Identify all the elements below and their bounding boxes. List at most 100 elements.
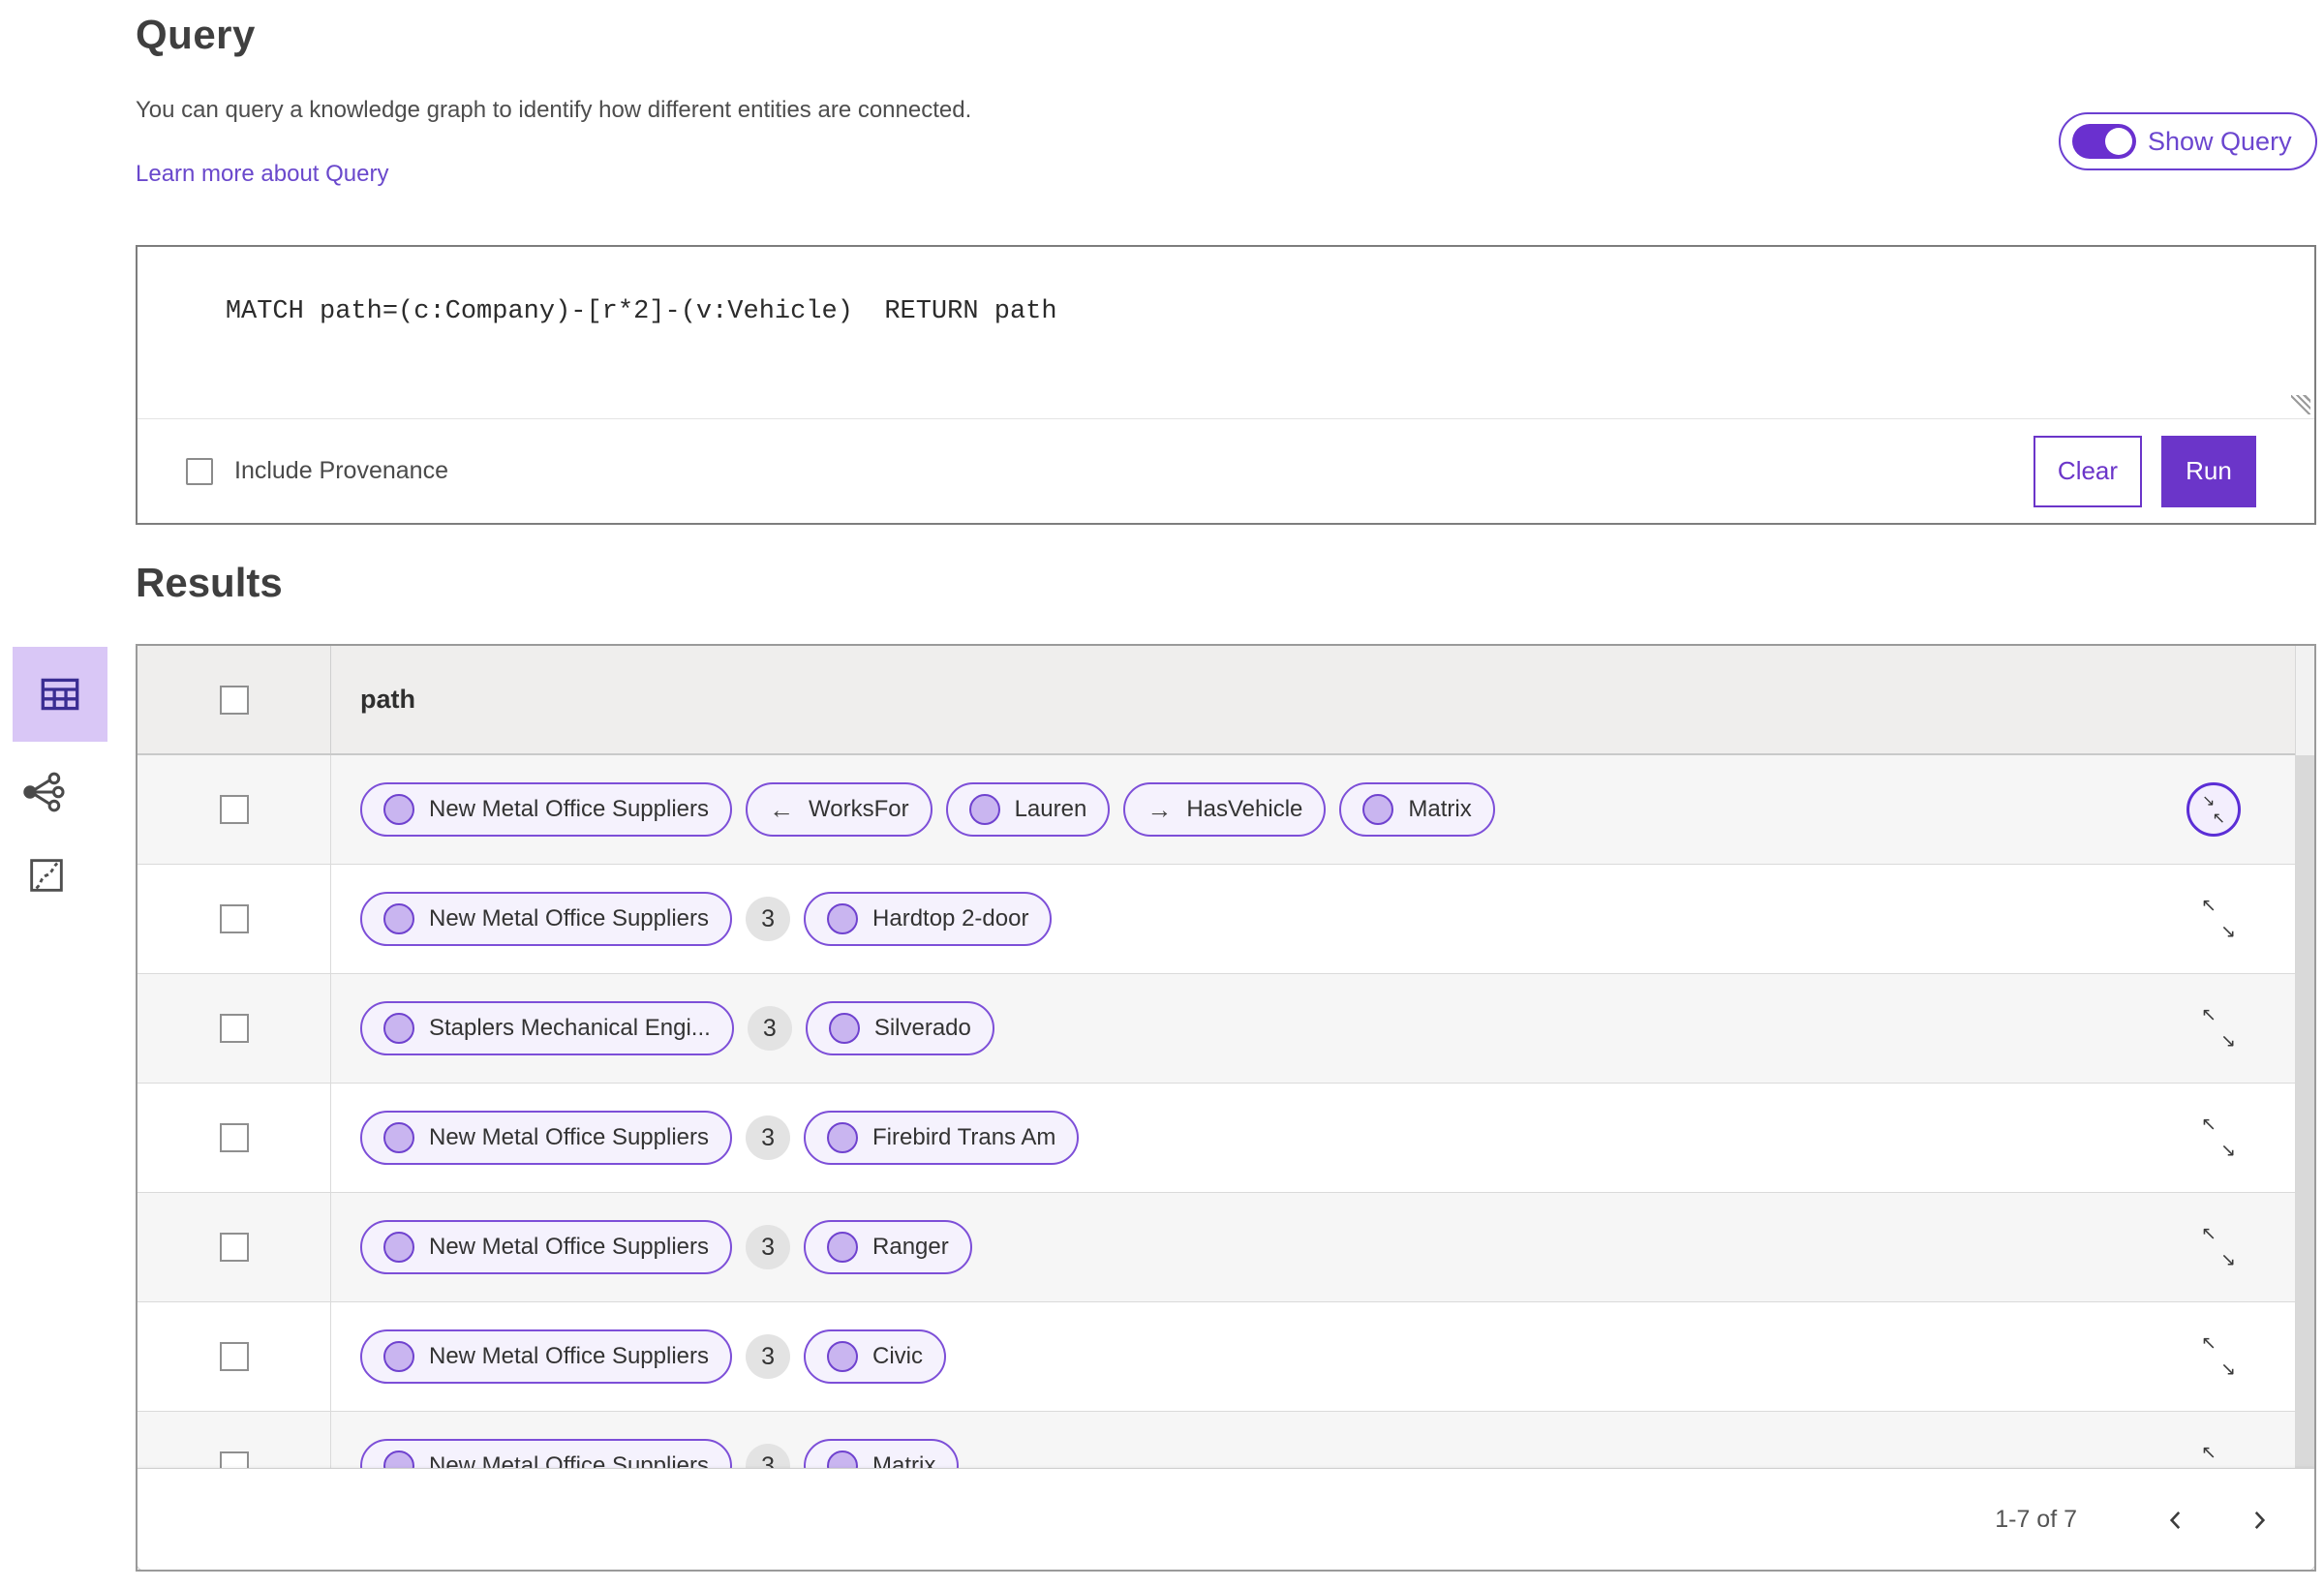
expand-row-button[interactable]: ↖↘ [2196, 1115, 2241, 1161]
query-panel: MATCH path=(c:Company)-[r*2]-(v:Vehicle)… [136, 245, 2316, 525]
expand-row-button[interactable]: ↖↘ [2196, 1005, 2241, 1052]
row-checkbox[interactable] [219, 1014, 249, 1043]
arrow-left-icon: ← [769, 794, 795, 824]
row-checkbox[interactable] [219, 1342, 249, 1371]
path-pills: New Metal Office Suppliers 3 Firebird Tran… [360, 1111, 2196, 1165]
select-all-cell [138, 646, 331, 753]
map-view-button[interactable] [21, 850, 72, 901]
query-textarea[interactable]: MATCH path=(c:Company)-[r*2]-(v:Vehicle)… [138, 247, 2314, 419]
column-header-path: path [360, 685, 415, 714]
relationship-label: HasVehicle [1186, 796, 1303, 822]
path-pills: New Metal Office Suppliers 3 Civic [360, 1329, 2196, 1384]
entity-circle-icon [827, 903, 859, 934]
expand-row-button[interactable]: ↖↘ [2196, 1333, 2241, 1380]
expand-row-button[interactable]: ↖↘ [2196, 1224, 2241, 1270]
row-checkbox[interactable] [219, 1233, 249, 1262]
row-checkbox-cell [138, 1084, 331, 1192]
row-checkbox[interactable] [219, 795, 249, 824]
entity-label: New Metal Office Suppliers [429, 1343, 710, 1369]
entity-pill[interactable]: Civic [804, 1329, 947, 1384]
row-checkbox-cell [138, 755, 331, 864]
row-checkbox[interactable] [219, 904, 249, 933]
entity-pill[interactable]: Hardtop 2-door [804, 892, 1053, 946]
result-row: New Metal Office Suppliers 3 Firebird Tran… [138, 1084, 2314, 1193]
expand-arrows-icon: ↖ [2201, 1115, 2217, 1135]
pagination-range-label: 1-7 of 7 [1995, 1506, 2077, 1533]
entity-pill[interactable]: Ranger [804, 1220, 972, 1274]
collapse-row-button[interactable]: ↘ ↖ [2186, 782, 2241, 837]
collapse-arrows-icon: ↘ [2202, 793, 2216, 809]
resize-grip-icon[interactable] [2291, 395, 2310, 414]
scrollbar-thumb[interactable] [2296, 755, 2314, 1472]
entity-label: Silverado [873, 1015, 971, 1041]
entity-label: New Metal Office Suppliers [429, 1124, 710, 1150]
result-row: Staplers Mechanical Engi... 3 Silverado ↖ ↘ [138, 974, 2314, 1084]
next-page-button[interactable] [2238, 1499, 2280, 1542]
show-query-toggle[interactable]: Show Query [2059, 112, 2317, 170]
expand-arrows-icon: ↘ [2220, 1250, 2236, 1270]
page-title: Query [136, 12, 256, 57]
expand-arrows-icon: ↖ [2201, 1005, 2217, 1025]
row-checkbox-cell [138, 865, 331, 973]
expand-arrows-icon: ↘ [2220, 1141, 2236, 1161]
expand-arrows-icon: ↖ [2201, 896, 2217, 916]
entity-pill[interactable]: New Metal Office Suppliers [360, 892, 733, 946]
collapsed-count-badge: 3 [747, 1006, 792, 1051]
query-actions-bar: Include Provenance Clear Run [138, 419, 2314, 523]
select-all-checkbox[interactable] [219, 685, 249, 715]
link-chart-view-button[interactable] [15, 765, 70, 819]
result-row: New Metal Office Suppliers ← WorksFor Laure… [138, 755, 2314, 865]
map-icon [30, 859, 63, 892]
expand-arrows-icon: ↘ [2220, 1031, 2236, 1052]
entity-pill[interactable]: Silverado [805, 1001, 994, 1055]
query-text: MATCH path=(c:Company)-[r*2]-(v:Vehicle)… [225, 297, 1057, 326]
entity-pill[interactable]: Matrix [1339, 782, 1495, 837]
row-checkbox-cell [138, 1302, 331, 1411]
entity-circle-icon [383, 1013, 414, 1044]
entity-circle-icon [383, 1232, 414, 1263]
table-footer: 1-7 of 7 [138, 1468, 2314, 1570]
results-table: path New Metal Office Suppliers ← WorksFor… [136, 644, 2316, 1572]
row-path-cell: New Metal Office Suppliers 3 Civic ↖ ↘ [331, 1302, 2314, 1411]
entity-circle-icon [383, 794, 414, 825]
entity-circle-icon [383, 1341, 414, 1372]
entity-pill[interactable]: Staplers Mechanical Engi... [360, 1001, 734, 1055]
arrow-right-icon: → [1147, 794, 1173, 824]
entity-pill[interactable]: New Metal Office Suppliers [360, 1111, 733, 1165]
row-checkbox[interactable] [219, 1123, 249, 1152]
entity-label: Hardtop 2-door [872, 905, 1029, 931]
expand-row-button[interactable]: ↖↘ [2196, 896, 2241, 942]
toggle-switch-icon[interactable] [2072, 124, 2136, 159]
collapsed-count-badge: 3 [746, 1225, 791, 1269]
show-query-label: Show Query [2148, 126, 2292, 156]
toggle-knob [2105, 128, 2132, 155]
table-view-button[interactable] [13, 647, 107, 742]
entity-label: New Metal Office Suppliers [429, 1234, 710, 1260]
entity-pill[interactable]: Lauren [945, 782, 1111, 837]
collapsed-count-badge: 3 [746, 897, 791, 941]
previous-page-button[interactable] [2155, 1499, 2197, 1542]
result-row: New Metal Office Suppliers 3 Civic ↖ ↘ [138, 1302, 2314, 1412]
run-button[interactable]: Run [2161, 435, 2256, 507]
entity-pill[interactable]: New Metal Office Suppliers [360, 1220, 733, 1274]
entity-label: New Metal Office Suppliers [429, 905, 710, 931]
expand-arrows-icon: ↘ [2220, 922, 2236, 942]
include-provenance-checkbox[interactable] [186, 457, 213, 485]
relationship-pill[interactable]: → HasVehicle [1123, 782, 1327, 837]
entity-pill[interactable]: New Metal Office Suppliers [360, 1329, 733, 1384]
expand-arrows-icon: ↖ [2201, 1333, 2217, 1354]
row-checkbox-cell [138, 1193, 331, 1301]
learn-more-link[interactable]: Learn more about Query [136, 161, 388, 188]
clear-button[interactable]: Clear [2034, 435, 2142, 507]
vertical-scrollbar[interactable] [2295, 646, 2314, 1472]
relationship-pill[interactable]: ← WorksFor [746, 782, 933, 837]
entity-label: Firebird Trans Am [872, 1124, 1056, 1150]
entity-pill[interactable]: New Metal Office Suppliers [360, 782, 733, 837]
relationship-label: WorksFor [809, 796, 909, 822]
entity-label: Ranger [872, 1234, 949, 1260]
page-description: You can query a knowledge graph to ident… [136, 97, 972, 123]
entity-pill[interactable]: Firebird Trans Am [804, 1111, 1080, 1165]
entity-label: Civic [872, 1343, 924, 1369]
entity-label: Staplers Mechanical Engi... [429, 1015, 711, 1041]
results-title: Results [136, 560, 283, 605]
